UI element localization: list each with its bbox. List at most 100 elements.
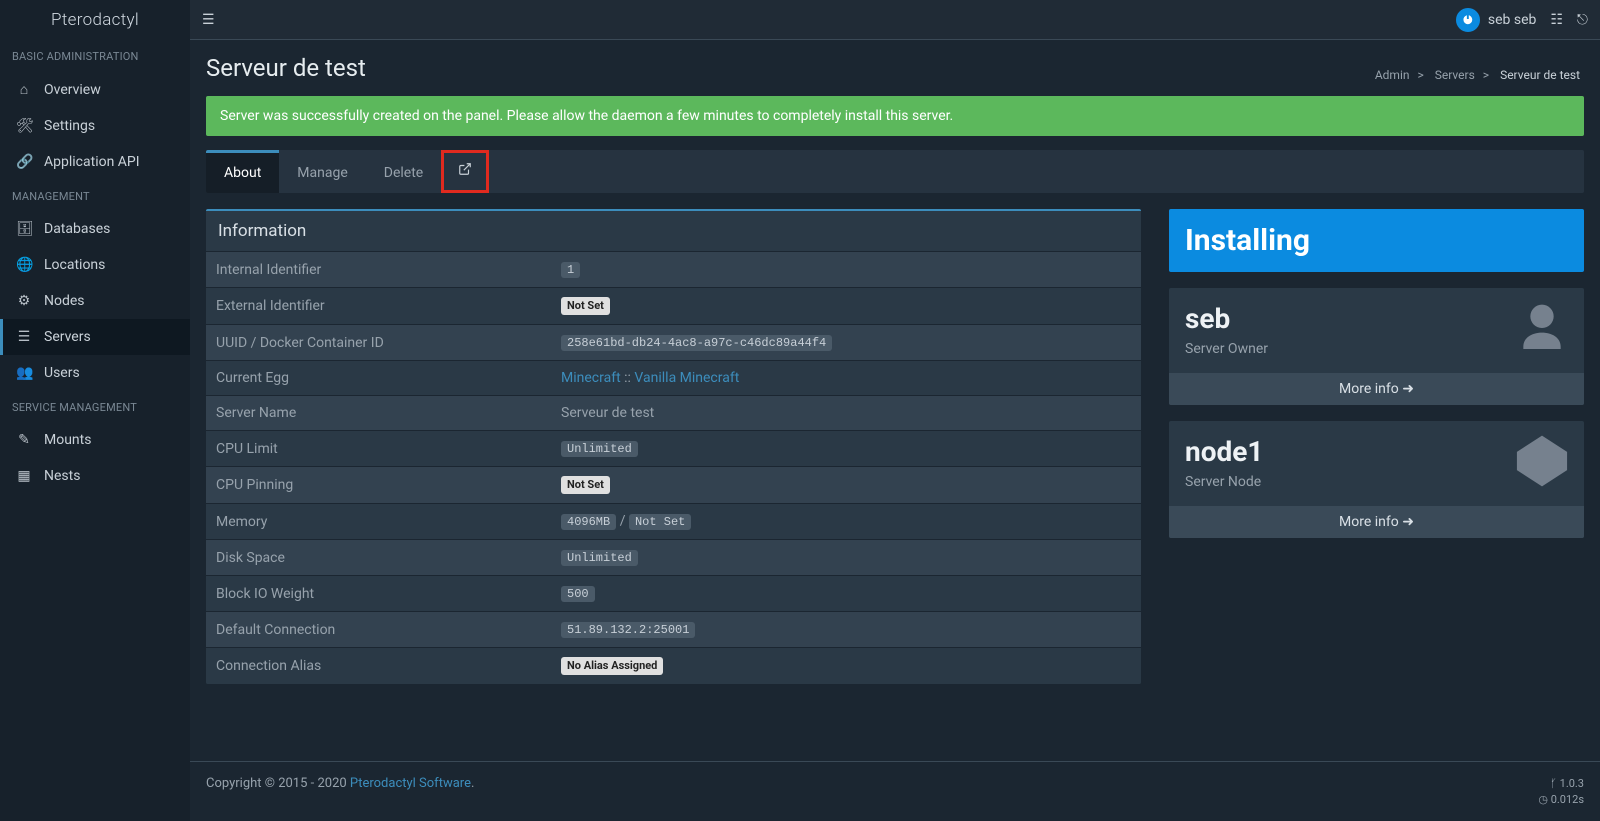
branch-icon: ᚶ [1550, 777, 1557, 790]
sidebar-item-label: Nodes [44, 293, 85, 309]
nav-header-management: MANAGEMENT [0, 180, 190, 211]
render-time: 0.012s [1551, 793, 1584, 806]
nav-header-basic: BASIC ADMINISTRATION [0, 40, 190, 71]
codepen-icon [1514, 433, 1570, 489]
owner-card: seb Server Owner More info ➜ [1169, 288, 1584, 405]
node-sub: Server Node [1185, 474, 1568, 490]
user-icon [1514, 300, 1570, 356]
menu-toggle-icon[interactable]: ☰ [202, 12, 215, 28]
server-icon: ☰ [16, 329, 32, 345]
success-alert: Server was successfully created on the p… [206, 96, 1584, 136]
sidebar-item-label: Users [44, 365, 80, 381]
node-more-link[interactable]: More info ➜ [1169, 506, 1584, 538]
disk-value: Unlimited [561, 550, 638, 566]
sidebar-item-settings[interactable]: 🛠 Settings [0, 108, 190, 144]
header-bar: ☰ ⏻ seb seb ☷ ⎋ [190, 0, 1600, 40]
clock-icon: ◷ [1538, 793, 1548, 806]
crumb-admin[interactable]: Admin [1375, 68, 1410, 82]
sidebar: Pterodactyl BASIC ADMINISTRATION ⌂ Overvi… [0, 0, 190, 821]
row-conn: Default Connection51.89.132.2:25001 [206, 612, 1141, 648]
exit-admin-icon[interactable]: ☷ [1550, 12, 1563, 28]
sidebar-item-label: Databases [44, 221, 110, 237]
sidebar-item-nodes[interactable]: ⚙ Nodes [0, 283, 190, 319]
content: Serveur de test Admin> Servers> Serveur … [190, 40, 1600, 761]
sitemap-icon: ⚙ [16, 293, 32, 309]
sidebar-item-label: Settings [44, 118, 95, 134]
tab-manage[interactable]: Manage [279, 150, 365, 193]
nest-link[interactable]: Minecraft [561, 370, 621, 386]
owner-name: seb [1185, 302, 1568, 335]
conn-value: 51.89.132.2:25001 [561, 622, 695, 638]
sidebar-item-label: Nests [44, 468, 80, 484]
row-disk: Disk SpaceUnlimited [206, 540, 1141, 576]
alias-badge: No Alias Assigned [561, 657, 663, 675]
footer: Copyright © 2015 - 2020 Pterodactyl Soft… [190, 761, 1600, 821]
sidebar-item-servers[interactable]: ☰ Servers [0, 319, 190, 355]
info-box: Information Internal Identifier1 Externa… [206, 209, 1141, 684]
row-alias: Connection AliasNo Alias Assigned [206, 648, 1141, 685]
io-value: 500 [561, 586, 595, 602]
row-name: Server NameServeur de test [206, 396, 1141, 431]
magic-icon: ✎ [16, 432, 32, 448]
sidebar-item-label: Application API [44, 154, 140, 170]
tabs: About Manage Delete [206, 150, 1584, 193]
uuid-value: 258e61bd-db24-4ac8-a97c-c46dc89a44f4 [561, 335, 832, 351]
database-icon: 🗄 [16, 221, 32, 237]
user-name: seb seb [1488, 12, 1537, 28]
sidebar-item-api[interactable]: 🔗 Application API [0, 144, 190, 180]
sidebar-item-users[interactable]: 👥 Users [0, 355, 190, 391]
sidebar-item-label: Overview [44, 82, 101, 98]
sidebar-item-mounts[interactable]: ✎ Mounts [0, 422, 190, 458]
row-cpu-limit: CPU LimitUnlimited [206, 431, 1141, 467]
memory-value: 4096MB [561, 514, 616, 530]
tab-delete[interactable]: Delete [366, 150, 441, 193]
app-logo[interactable]: Pterodactyl [0, 0, 190, 40]
swap-value: Not Set [629, 514, 691, 530]
row-egg: Current EggMinecraft :: Vanilla Minecraf… [206, 361, 1141, 396]
th-large-icon: ▦ [16, 468, 32, 484]
main-area: ☰ ⏻ seb seb ☷ ⎋ Serveur de test Admin> S… [190, 0, 1600, 821]
info-table: Internal Identifier1 External Identifier… [206, 251, 1141, 684]
crumb-current: Serveur de test [1500, 68, 1580, 82]
owner-sub: Server Owner [1185, 341, 1568, 357]
crumb-servers[interactable]: Servers [1435, 68, 1475, 82]
row-external-id: External IdentifierNot Set [206, 288, 1141, 325]
internal-id-value: 1 [561, 262, 580, 278]
logout-icon[interactable]: ⎋ [1577, 12, 1588, 28]
arrow-right-icon: ➜ [1402, 514, 1414, 530]
sidebar-item-locations[interactable]: 🌐 Locations [0, 247, 190, 283]
egg-link[interactable]: Vanilla Minecraft [634, 370, 739, 386]
user-menu[interactable]: ⏻ seb seb [1456, 8, 1537, 32]
tab-about[interactable]: About [206, 150, 279, 193]
node-name: node1 [1185, 435, 1568, 468]
sidebar-item-label: Servers [44, 329, 91, 345]
row-cpu-pin: CPU PinningNot Set [206, 467, 1141, 504]
cpu-pin-badge: Not Set [561, 476, 610, 494]
sidebar-item-databases[interactable]: 🗄 Databases [0, 211, 190, 247]
wrench-icon: 🛠 [16, 118, 32, 134]
link-icon: 🔗 [16, 154, 32, 170]
nav-header-service: SERVICE MANAGEMENT [0, 391, 190, 422]
sidebar-item-label: Mounts [44, 432, 91, 448]
footer-link[interactable]: Pterodactyl Software [350, 776, 471, 791]
install-status: Installing [1169, 209, 1584, 272]
arrow-right-icon: ➜ [1402, 381, 1414, 397]
row-memory: Memory4096MB / Not Set [206, 504, 1141, 540]
globe-icon: 🌐 [16, 257, 32, 273]
power-icon: ⏻ [1456, 8, 1480, 32]
sidebar-item-overview[interactable]: ⌂ Overview [0, 71, 190, 108]
owner-more-link[interactable]: More info ➜ [1169, 373, 1584, 405]
version: 1.0.3 [1560, 777, 1584, 790]
cpu-limit-value: Unlimited [561, 441, 638, 457]
node-card: node1 Server Node More info ➜ [1169, 421, 1584, 538]
users-icon: 👥 [16, 365, 32, 381]
row-uuid: UUID / Docker Container ID258e61bd-db24-… [206, 325, 1141, 361]
server-name-value: Serveur de test [551, 396, 1141, 431]
tab-external-link[interactable] [441, 150, 489, 193]
copyright: Copyright © 2015 - 2020 [206, 776, 350, 791]
sidebar-item-nests[interactable]: ▦ Nests [0, 458, 190, 494]
breadcrumb: Admin> Servers> Serveur de test [1371, 68, 1584, 82]
sidebar-item-label: Locations [44, 257, 105, 273]
home-icon: ⌂ [16, 81, 32, 98]
page-title: Serveur de test [206, 54, 366, 82]
